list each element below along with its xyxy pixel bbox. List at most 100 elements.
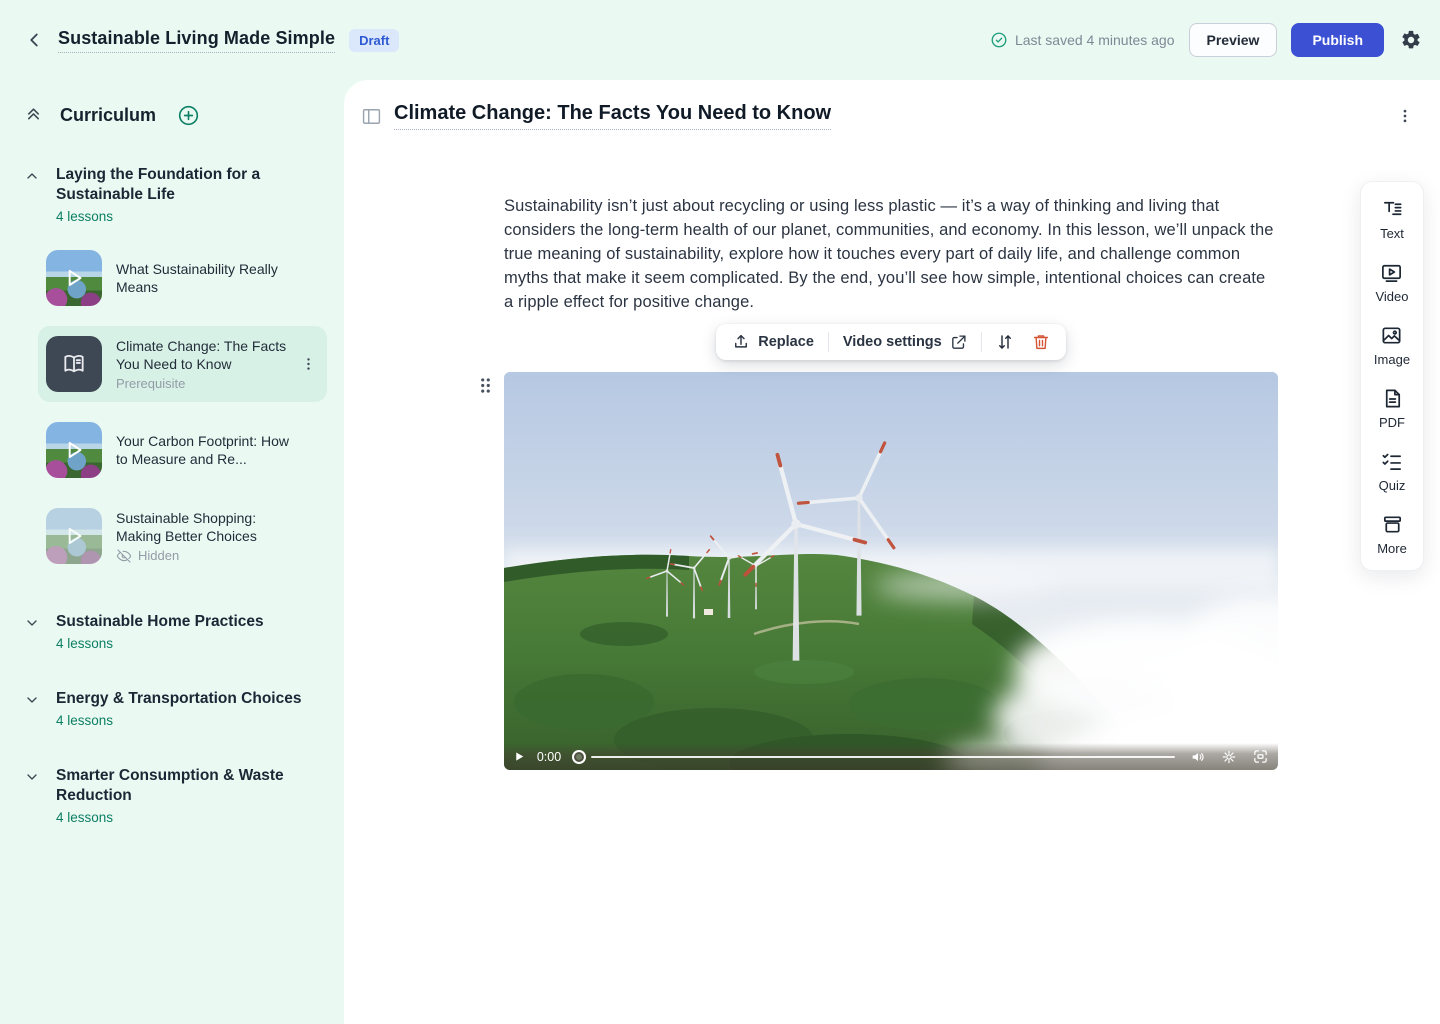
- check-circle-icon: [990, 31, 1008, 49]
- play-icon: [46, 422, 102, 478]
- reading-thumbnail: [46, 336, 102, 392]
- curriculum-title: Curriculum: [60, 105, 156, 126]
- lesson-subtitle: Prerequisite: [116, 376, 294, 391]
- section-title: Laying the Foundation for a Sustainable …: [56, 165, 324, 205]
- section-header[interactable]: Energy & Transportation Choices 4 lesson…: [24, 689, 344, 728]
- section-title: Sustainable Home Practices: [56, 612, 264, 632]
- palette-item-video[interactable]: Video: [1375, 261, 1408, 304]
- trash-icon: [1032, 333, 1050, 351]
- video-settings-button[interactable]: Video settings: [839, 332, 971, 353]
- curriculum-section: Sustainable Home Practices 4 lessons: [24, 612, 344, 651]
- curriculum-header: Curriculum: [24, 104, 344, 127]
- palette-label: Video: [1375, 289, 1408, 304]
- palette-label: Quiz: [1379, 478, 1406, 493]
- publish-button[interactable]: Publish: [1291, 23, 1384, 57]
- section-title: Smarter Consumption & Waste Reduction: [56, 766, 324, 806]
- lesson-kebab-menu[interactable]: [300, 356, 317, 373]
- course-title[interactable]: Sustainable Living Made Simple: [58, 28, 335, 53]
- chevron-down-icon: [24, 692, 40, 728]
- section-header[interactable]: Smarter Consumption & Waste Reduction 4 …: [24, 766, 344, 825]
- video-thumbnail: [46, 422, 102, 478]
- video-control-icons: [1190, 748, 1269, 765]
- back-button[interactable]: [20, 26, 48, 54]
- more-blocks-icon: [1381, 513, 1404, 536]
- video-block-toolbar: Replace Video settings: [716, 324, 1065, 360]
- open-book-icon: [61, 351, 87, 377]
- palette-item-quiz[interactable]: Quiz: [1379, 450, 1406, 493]
- video-controls: 0:00: [504, 743, 1278, 770]
- sort-arrows-icon: [996, 333, 1014, 351]
- lesson-row[interactable]: What Sustainability Really Means: [38, 240, 327, 316]
- palette-label: More: [1377, 541, 1407, 556]
- lesson-page-title[interactable]: Climate Change: The Facts You Need to Kn…: [394, 102, 831, 130]
- palette-label: Image: [1374, 352, 1410, 367]
- chevron-left-icon: [23, 29, 45, 51]
- palette-item-pdf[interactable]: PDF: [1379, 387, 1405, 430]
- lesson-subtitle: Hidden: [116, 548, 294, 564]
- seek-track[interactable]: [591, 756, 1175, 758]
- section-header[interactable]: Laying the Foundation for a Sustainable …: [24, 165, 344, 224]
- lesson-title: Sustainable Shopping: Making Better Choi…: [116, 509, 294, 545]
- lesson-title: What Sustainability Really Means: [116, 260, 294, 296]
- curriculum-section: Smarter Consumption & Waste Reduction 4 …: [24, 766, 344, 825]
- chevron-up-icon: [24, 168, 40, 224]
- move-block-button[interactable]: [992, 331, 1018, 353]
- volume-icon[interactable]: [1190, 749, 1206, 765]
- lesson-row[interactable]: Your Carbon Footprint: How to Measure an…: [38, 412, 327, 488]
- lesson-content: Sustainability isn’t just about recyclin…: [504, 194, 1278, 770]
- delete-block-button[interactable]: [1028, 331, 1054, 353]
- top-bar: Sustainable Living Made Simple Draft Las…: [0, 0, 1440, 80]
- play-button[interactable]: [513, 750, 526, 763]
- preview-button[interactable]: Preview: [1189, 23, 1278, 57]
- section-title: Energy & Transportation Choices: [56, 689, 301, 709]
- toolbar-divider: [981, 332, 982, 352]
- hidden-label: Hidden: [138, 548, 179, 563]
- fullscreen-icon[interactable]: [1252, 748, 1269, 765]
- seek-knob[interactable]: [572, 750, 586, 764]
- section-lesson-count: 4 lessons: [56, 810, 324, 825]
- replace-label: Replace: [758, 334, 814, 350]
- replace-button[interactable]: Replace: [728, 331, 818, 353]
- settings-gear-icon[interactable]: [1400, 29, 1422, 51]
- video-block: 0:00: [504, 372, 1278, 770]
- section-lesson-count: 4 lessons: [56, 636, 264, 651]
- section-lesson-count: 4 lessons: [56, 209, 324, 224]
- lesson-list: What Sustainability Really Means Climate…: [24, 240, 344, 574]
- last-saved-text: Last saved 4 minutes ago: [1015, 32, 1175, 48]
- wind-farm-video-frame: [504, 372, 1278, 770]
- status-badge: Draft: [349, 29, 399, 52]
- video-thumbnail: [46, 508, 102, 564]
- curriculum-section: Laying the Foundation for a Sustainable …: [24, 165, 344, 574]
- lesson-row-hidden[interactable]: Sustainable Shopping: Making Better Choi…: [38, 498, 327, 574]
- video-player[interactable]: 0:00: [504, 372, 1278, 770]
- palette-label: Text: [1380, 226, 1404, 241]
- chevron-down-icon: [24, 615, 40, 651]
- section-header[interactable]: Sustainable Home Practices 4 lessons: [24, 612, 344, 651]
- lesson-kebab-menu[interactable]: [1396, 107, 1414, 125]
- lesson-intro-paragraph[interactable]: Sustainability isn’t just about recyclin…: [504, 194, 1278, 314]
- curriculum-sidebar: Curriculum Laying the Foundation for a S…: [0, 80, 344, 1024]
- text-block-icon: [1381, 198, 1404, 221]
- collapse-all-icon[interactable]: [24, 106, 43, 125]
- external-link-icon: [950, 334, 967, 351]
- toggle-sidebar-icon[interactable]: [362, 108, 381, 125]
- chevron-down-icon: [24, 769, 40, 825]
- lesson-title: Your Carbon Footprint: How to Measure an…: [116, 432, 294, 468]
- lesson-header: Climate Change: The Facts You Need to Kn…: [344, 80, 1440, 130]
- video-timestamp: 0:00: [535, 750, 563, 764]
- pdf-block-icon: [1381, 387, 1404, 410]
- drag-handle-icon[interactable]: [479, 376, 492, 395]
- video-settings-gear-icon[interactable]: [1221, 749, 1237, 765]
- curriculum-section: Energy & Transportation Choices 4 lesson…: [24, 689, 344, 728]
- palette-item-text[interactable]: Text: [1380, 198, 1404, 241]
- lesson-row-selected[interactable]: Climate Change: The Facts You Need to Kn…: [38, 326, 327, 402]
- quiz-block-icon: [1380, 450, 1403, 473]
- eye-off-icon: [116, 548, 132, 564]
- add-section-button[interactable]: [177, 104, 200, 127]
- palette-item-image[interactable]: Image: [1374, 324, 1410, 367]
- palette-item-more[interactable]: More: [1377, 513, 1407, 556]
- play-icon: [46, 250, 102, 306]
- section-lesson-count: 4 lessons: [56, 713, 301, 728]
- lesson-title: Climate Change: The Facts You Need to Kn…: [116, 337, 294, 373]
- upload-icon: [732, 333, 750, 351]
